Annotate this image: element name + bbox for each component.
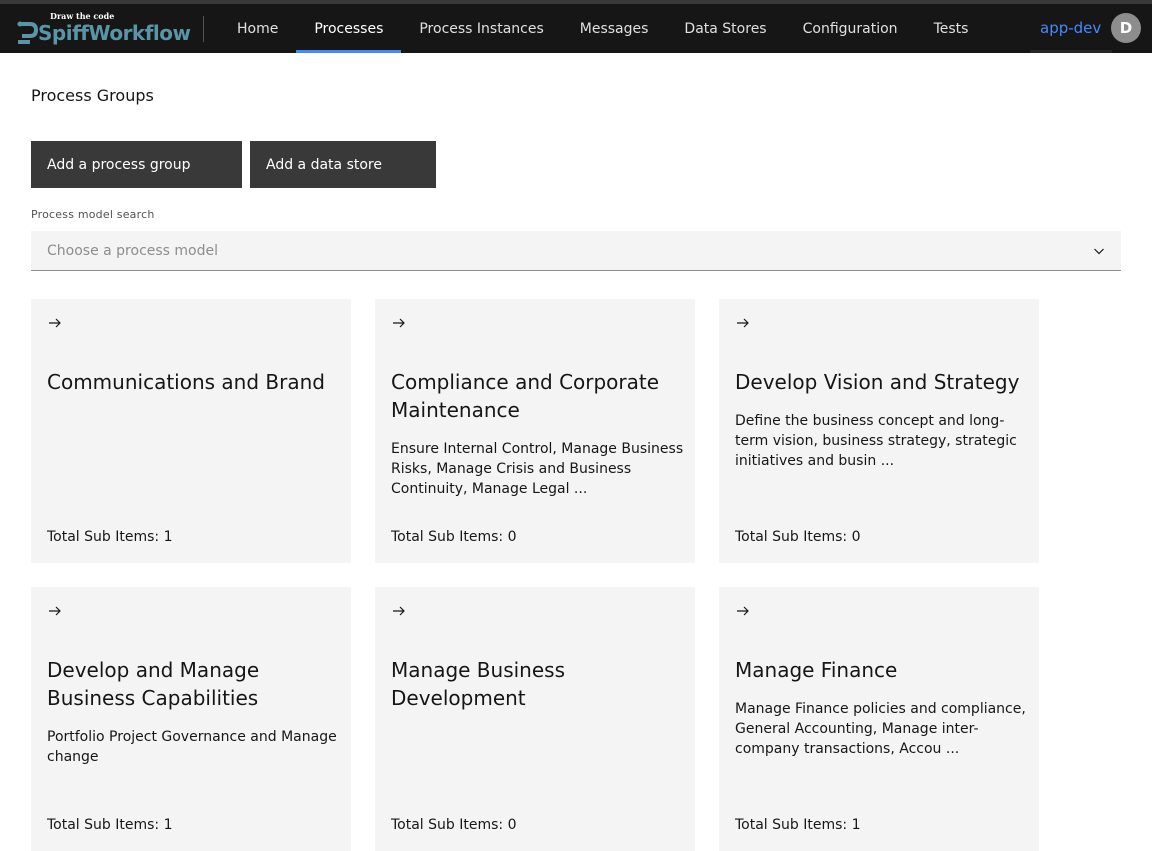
nav-configuration[interactable]: Configuration	[785, 4, 916, 53]
search-placeholder: Choose a process model	[47, 242, 219, 259]
card-title: Communications and Brand	[47, 370, 325, 394]
environment-label: app-dev	[1040, 19, 1102, 37]
nav-processes[interactable]: Processes	[296, 4, 402, 53]
user-avatar[interactable]: D	[1111, 13, 1141, 43]
process-group-card[interactable]: Develop Vision and Strategy Define the b…	[719, 299, 1039, 563]
card-description: Portfolio Project Governance and Manage …	[47, 729, 337, 765]
arrow-right-icon	[737, 318, 749, 328]
nav-tests[interactable]: Tests	[916, 4, 987, 53]
process-group-card[interactable]: Compliance and Corporate Maintenance Ens…	[375, 299, 695, 563]
main-nav: Home Processes Process Instances Message…	[219, 4, 986, 53]
page-title: Process Groups	[31, 86, 154, 105]
card-description: Manage Finance policies and compliance, …	[735, 701, 1026, 757]
chevron-down-icon[interactable]	[1091, 243, 1107, 259]
logo-tagline: Draw the code	[50, 11, 115, 21]
arrow-right-icon	[393, 318, 405, 328]
card-title: Manage Business Development	[391, 658, 565, 710]
card-sub-items-count: Total Sub Items: 1	[47, 529, 173, 545]
add-data-store-button[interactable]: Add a data store	[250, 141, 436, 188]
nav-messages[interactable]: Messages	[562, 4, 667, 53]
card-sub-items-count: Total Sub Items: 1	[47, 817, 173, 833]
card-sub-items-count: Total Sub Items: 1	[735, 817, 861, 833]
arrow-right-icon	[49, 318, 61, 328]
card-sub-items-count: Total Sub Items: 0	[391, 817, 517, 833]
process-group-card[interactable]: Manage Finance Manage Finance policies a…	[719, 587, 1039, 851]
process-group-card[interactable]: Manage Business Development Total Sub It…	[375, 587, 695, 851]
top-navigation-bar: Draw the code SpiffWorkflow Home Process…	[0, 0, 1152, 53]
logo-text: SpiffWorkflow	[38, 21, 191, 45]
process-group-card[interactable]: Develop and Manage Business Capabilities…	[31, 587, 351, 851]
card-title: Develop Vision and Strategy	[735, 370, 1020, 394]
spiffworkflow-logo[interactable]: Draw the code SpiffWorkflow	[16, 11, 191, 47]
arrow-right-icon	[49, 606, 61, 616]
card-sub-items-count: Total Sub Items: 0	[391, 529, 517, 545]
environment-underline	[1030, 50, 1112, 53]
card-description: Define the business concept and long-ter…	[735, 413, 1017, 469]
nav-process-instances[interactable]: Process Instances	[401, 4, 561, 53]
process-model-search-label: Process model search	[31, 208, 155, 221]
card-title: Compliance and Corporate Maintenance	[391, 370, 660, 422]
arrow-right-icon	[737, 606, 749, 616]
card-description: Ensure Internal Control, Manage Business…	[391, 441, 684, 497]
card-sub-items-count: Total Sub Items: 0	[735, 529, 861, 545]
process-group-card[interactable]: Communications and Brand Total Sub Items…	[31, 299, 351, 563]
add-process-group-button[interactable]: Add a process group	[31, 141, 242, 188]
nav-data-stores[interactable]: Data Stores	[666, 4, 784, 53]
header-divider	[203, 16, 204, 42]
card-title: Develop and Manage Business Capabilities	[47, 658, 260, 710]
process-model-search-input[interactable]: Choose a process model	[31, 231, 1121, 271]
arrow-right-icon	[393, 606, 405, 616]
nav-home[interactable]: Home	[219, 4, 296, 53]
card-title: Manage Finance	[735, 658, 898, 682]
